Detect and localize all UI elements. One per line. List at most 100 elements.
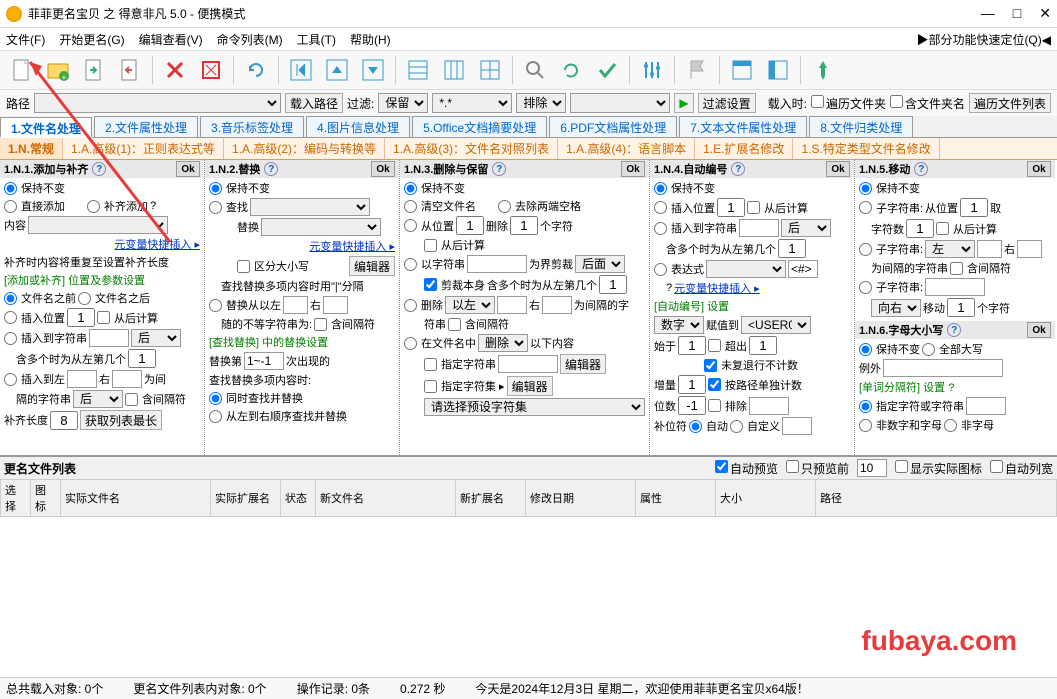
editor-button[interactable]: 编辑器	[349, 256, 395, 276]
p3-delnum[interactable]	[510, 216, 538, 235]
p2-find[interactable]: 查找	[209, 199, 248, 215]
p6-nondigit[interactable]: 非数字和字母	[859, 417, 942, 433]
spec-input[interactable]	[966, 397, 1006, 415]
editor-button3a[interactable]: 编辑器	[560, 354, 606, 374]
p1-before[interactable]: 文件名之前	[4, 290, 76, 306]
p1-hou[interactable]: 后	[131, 329, 181, 347]
menu-edit[interactable]: 编辑查看(V)	[139, 31, 203, 48]
digits-num[interactable]	[678, 396, 706, 415]
p5-substr[interactable]: 子字符串:	[859, 200, 923, 216]
p3-str[interactable]	[467, 255, 527, 273]
path-combo[interactable]	[34, 93, 281, 113]
col-path[interactable]: 路径	[816, 480, 1057, 517]
tab-music[interactable]: 3.音乐标签处理	[200, 116, 304, 137]
col-select[interactable]: 选择	[1, 480, 31, 517]
p1-l[interactable]	[67, 370, 97, 388]
recurse-list-button[interactable]: 遍历文件列表	[969, 93, 1051, 113]
p5-s3[interactable]	[925, 278, 985, 296]
col-size[interactable]: 大小	[716, 480, 816, 517]
varlink4[interactable]: 元变量快捷插入 ▸	[674, 280, 760, 296]
p5-l[interactable]	[977, 240, 1002, 258]
p3-charset2[interactable]: 指定字符集 ▸	[424, 378, 505, 394]
tab2-normal[interactable]: 1.N.常规	[0, 138, 63, 159]
p6-upper[interactable]: 全部大写	[922, 341, 983, 357]
p2-incsep[interactable]: 含间隔符	[314, 316, 375, 332]
p3-cutself[interactable]: 剪裁本身	[424, 277, 485, 293]
p5-charnum[interactable]	[906, 219, 934, 238]
maximize-button[interactable]: □	[1013, 5, 1021, 22]
col-name[interactable]: 实际文件名	[61, 480, 211, 517]
down-icon[interactable]	[357, 54, 389, 86]
file-table[interactable]: 选择 图标 实际文件名 实际扩展名 状态 新文件名 新扩展名 修改日期 属性 大…	[0, 479, 1057, 517]
col-status[interactable]: 状态	[281, 480, 316, 517]
pin-icon[interactable]	[807, 54, 839, 86]
p4-exclude[interactable]: 排除	[708, 398, 747, 414]
menu-quicklocate[interactable]: ▶部分功能快速定位(Q)◀	[916, 31, 1051, 48]
recurse-check[interactable]: 遍历文件夹	[811, 95, 886, 112]
varlink2[interactable]: 元变量快捷插入 ▸	[309, 238, 395, 254]
grid3-icon[interactable]	[474, 54, 506, 86]
flag-icon[interactable]	[681, 54, 713, 86]
p5-left[interactable]: 左	[925, 240, 975, 258]
p4-expr[interactable]: 表达式	[654, 261, 704, 277]
panel5-ok[interactable]: Ok	[1027, 161, 1051, 177]
user-sel[interactable]: <USER0>	[741, 316, 811, 334]
p6-keep[interactable]: 保持不变	[859, 341, 920, 357]
help-icon[interactable]: ?	[150, 200, 156, 212]
p1-sepsel[interactable]: 后	[73, 390, 123, 408]
p5-r[interactable]	[1017, 240, 1042, 258]
tab-pdf[interactable]: 6.PDF文档属性处理	[549, 116, 677, 137]
p5-incsep[interactable]: 含间隔符	[950, 260, 1011, 276]
sort-combo[interactable]: 排除	[516, 93, 566, 113]
grid2-icon[interactable]	[438, 54, 470, 86]
p4-exceed[interactable]: 超出	[708, 338, 747, 354]
minimize-button[interactable]: —	[981, 5, 995, 22]
p1-keep[interactable]: 保持不变	[4, 180, 65, 196]
preset-combo[interactable]: 请选择预设字符集	[424, 398, 645, 416]
p5-substr3[interactable]: 子字符串:	[859, 279, 923, 295]
panel1-icon[interactable]	[726, 54, 758, 86]
help-icon[interactable]: ?	[914, 162, 928, 176]
editor-button3b[interactable]: 编辑器	[507, 376, 553, 396]
p3-dl[interactable]	[497, 296, 527, 314]
p3-multinum[interactable]	[599, 275, 627, 294]
numword-sel[interactable]: 数字	[654, 316, 704, 334]
p4-keep[interactable]: 保持不变	[654, 180, 715, 196]
import-icon[interactable]	[78, 54, 110, 86]
nth-input[interactable]	[244, 352, 284, 370]
tab2-adv3[interactable]: 1.A.高级(3)：文件名对照列表	[385, 138, 558, 159]
p3-left-sel[interactable]: 以左	[445, 296, 495, 314]
start-num[interactable]	[678, 336, 706, 355]
menu-help[interactable]: 帮助(H)	[350, 31, 391, 48]
p1-r[interactable]	[112, 370, 142, 388]
tab-text[interactable]: 7.文本文件属性处理	[679, 116, 807, 137]
p5-pos[interactable]	[960, 198, 988, 217]
p5-substr2[interactable]: 子字符串:	[859, 241, 923, 257]
p5-keep[interactable]: 保持不变	[859, 180, 920, 196]
close-button[interactable]: ✕	[1039, 5, 1051, 22]
p1-inspos[interactable]: 插入位置	[4, 310, 65, 326]
p4-byroute[interactable]: 按路径单独计数	[708, 377, 802, 393]
new-icon[interactable]	[6, 54, 38, 86]
filter-mask-combo[interactable]: *.*	[432, 93, 512, 113]
p3-keep[interactable]: 保持不变	[404, 180, 465, 196]
autopreview-check[interactable]: 自动预览	[715, 460, 778, 477]
varlink[interactable]: 元变量快捷插入 ▸	[114, 236, 200, 252]
p3-cs1[interactable]	[498, 355, 558, 373]
delete-icon[interactable]	[159, 54, 191, 86]
load-path-button[interactable]: 载入路径	[285, 93, 343, 113]
undo-icon[interactable]	[240, 54, 272, 86]
menu-start[interactable]: 开始更名(G)	[59, 31, 124, 48]
help-icon[interactable]: ?	[948, 382, 954, 394]
sort-dir-combo[interactable]	[570, 93, 670, 113]
panel4-ok[interactable]: Ok	[826, 161, 850, 177]
p1-incsep[interactable]: 含间隔符	[125, 391, 186, 407]
first-icon[interactable]	[285, 54, 317, 86]
content-combo[interactable]	[28, 216, 168, 234]
tab2-special[interactable]: 1.S.特定类型文件名修改	[793, 138, 939, 159]
tab-filename[interactable]: 1.文件名处理	[0, 117, 92, 138]
clear-icon[interactable]	[195, 54, 227, 86]
tab-fileattr[interactable]: 2.文件属性处理	[94, 116, 198, 137]
p3-dr[interactable]	[542, 296, 572, 314]
up-icon[interactable]	[321, 54, 353, 86]
